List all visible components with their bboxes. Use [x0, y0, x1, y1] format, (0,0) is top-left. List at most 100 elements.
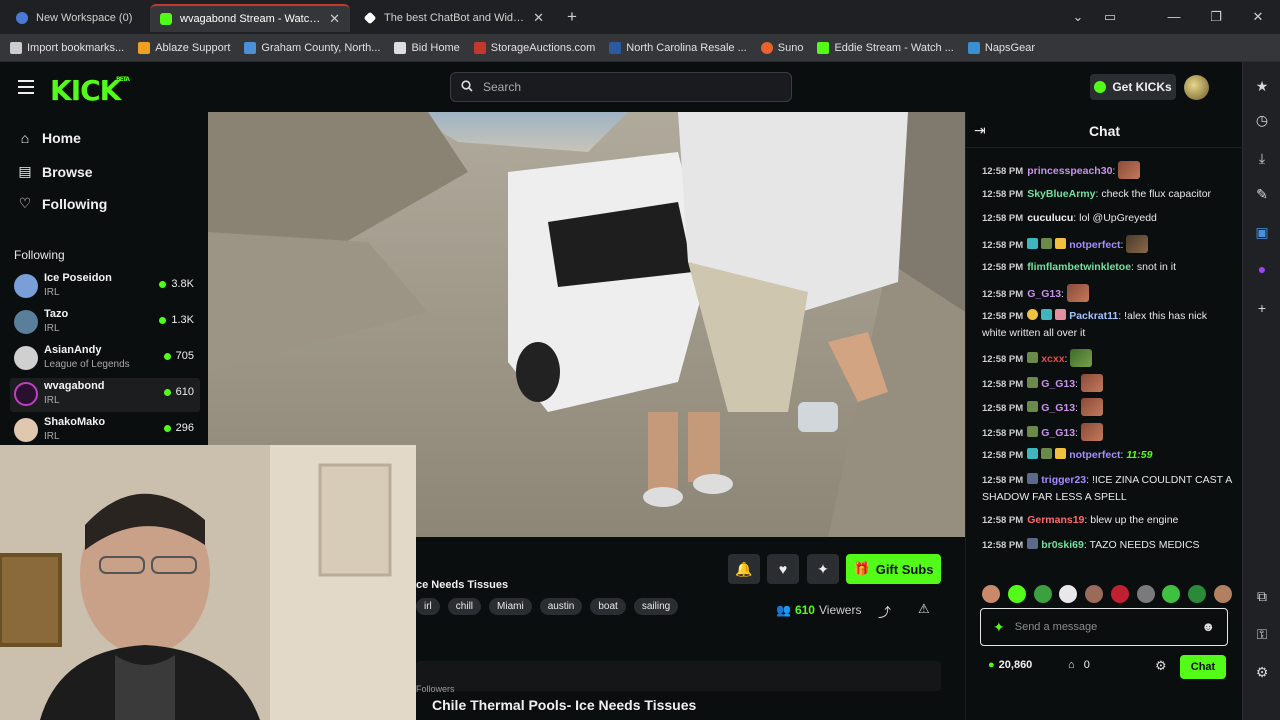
bookmark-item[interactable]: NapsGear — [967, 41, 1035, 54]
tab-new-workspace[interactable]: New Workspace (0) — [6, 4, 146, 32]
following-channel-wvagabond[interactable]: wvagabond IRL 610 — [10, 378, 200, 412]
chat-username[interactable]: G_G13 — [1041, 378, 1075, 390]
tag[interactable]: sailing — [633, 598, 679, 615]
tab-chatbot-widgets[interactable]: The best ChatBot and Widgets fo ✕ — [354, 4, 554, 32]
bookmark-icon — [244, 41, 257, 54]
download-icon[interactable]: ⤓ — [1252, 148, 1272, 168]
chat-message-input[interactable]: ✦ Send a message ☻ — [980, 608, 1228, 646]
emoji-picker-icon[interactable]: ☻ — [1201, 619, 1215, 634]
heart-icon: ♡ — [18, 195, 32, 211]
bookmark-item[interactable]: Bid Home — [394, 41, 460, 54]
following-channel-ice-poseidon[interactable]: Ice Poseidon IRL 3.8K — [10, 270, 200, 304]
emote-icon[interactable] — [1188, 585, 1207, 603]
bookmark-item[interactable]: Eddie Stream - Watch ... — [817, 41, 954, 54]
tab-wvagabond-stream[interactable]: wvagabond Stream - Watch Live ✕ — [150, 4, 350, 32]
bookmark-item[interactable]: StorageAuctions.com — [473, 41, 595, 54]
bookmark-item[interactable]: Import bookmarks... — [10, 41, 124, 54]
badge-icon — [1027, 426, 1039, 437]
nav-home[interactable]: ⌂ Home — [16, 130, 81, 146]
close-tab-icon[interactable]: ✕ — [533, 10, 544, 26]
chat-username[interactable]: G_G13 — [1027, 288, 1061, 300]
add-icon[interactable]: + — [1252, 298, 1272, 318]
chat-settings-gear-icon[interactable]: ⚙ — [1155, 658, 1167, 674]
chat-username[interactable]: br0ski69 — [1041, 539, 1084, 551]
chat-username[interactable]: Germans19 — [1027, 514, 1084, 526]
translate-icon[interactable]: ▣ — [1252, 222, 1272, 242]
notification-bell-button[interactable]: 🔔 — [728, 554, 760, 584]
chat-username[interactable]: G_G13 — [1041, 427, 1075, 439]
chat-message: 12:58 PM G_G13: — [982, 374, 1232, 393]
chat-username[interactable]: notperfect — [1069, 449, 1120, 461]
tab-search-chevron-icon[interactable]: ⌄ — [1066, 6, 1090, 28]
chat-username[interactable]: cuculucu — [1027, 212, 1073, 224]
channel-points[interactable]: ● 20,860 — [988, 659, 1032, 671]
restore-icon[interactable]: ❐ — [1204, 6, 1228, 28]
bookmark-item[interactable]: Suno — [760, 41, 803, 54]
sub-count[interactable]: ⌂ 0 — [1068, 659, 1090, 671]
chat-username[interactable]: xcxx — [1041, 353, 1064, 365]
tag[interactable]: Miami — [489, 598, 532, 615]
badge-icon — [1027, 309, 1039, 320]
viewer-count: 3.8K — [159, 278, 194, 290]
emote-icon[interactable] — [1007, 585, 1026, 603]
tag[interactable]: boat — [590, 598, 626, 615]
badge-icon — [1055, 448, 1067, 459]
bookmark-item[interactable]: North Carolina Resale ... — [609, 41, 747, 54]
hamburger-menu-icon[interactable] — [18, 78, 34, 94]
history-icon[interactable]: ◷ — [1252, 110, 1272, 130]
clip-button[interactable]: ✦ — [807, 554, 839, 584]
chat-username[interactable]: flimflambetwinkletoe — [1027, 261, 1131, 273]
tag[interactable]: chill — [447, 598, 482, 615]
chat-username[interactable]: Packrat11 — [1069, 310, 1118, 322]
emote-icon[interactable] — [982, 585, 1000, 603]
pen-icon[interactable]: ✎ — [1252, 184, 1272, 204]
tag[interactable]: irl — [416, 598, 440, 615]
site-header: KICK BETA Search Get KICKs — [0, 62, 1242, 112]
emote-icon[interactable] — [1059, 585, 1078, 603]
get-kicks-button[interactable]: Get KICKs — [1090, 74, 1176, 100]
emote-icon[interactable] — [1085, 585, 1104, 603]
emote-icon[interactable] — [1110, 585, 1129, 603]
settings-gear-icon[interactable]: ⚙ — [1252, 662, 1272, 682]
emote-icon[interactable] — [1033, 585, 1052, 603]
extension-icon[interactable]: ● — [1252, 259, 1272, 279]
browser-sidebar: ★ ◷ ⤓ ✎ ▣ ● + ⧉ ⚿ ⚙ — [1242, 62, 1280, 720]
following-channel-asianandy[interactable]: AsianAndy League of Legends 705 — [10, 342, 200, 376]
chat-message: 12:58 PM notperfect: 11:59 — [982, 448, 1153, 461]
chat-username[interactable]: princesspeach30 — [1027, 165, 1112, 177]
external-link-icon[interactable]: ⧉ — [1252, 586, 1272, 606]
webcam-image — [0, 445, 416, 720]
following-channel-shakomako[interactable]: ShakoMako IRL 296 — [10, 414, 200, 448]
key-icon[interactable]: ⚿ — [1252, 624, 1272, 644]
nav-browse[interactable]: ▤ Browse — [16, 163, 92, 180]
emote-icon[interactable] — [1136, 585, 1155, 603]
report-warning-icon[interactable]: ⚠ — [918, 601, 930, 617]
badge-icon — [1027, 377, 1039, 388]
tag[interactable]: austin — [539, 598, 583, 615]
following-channel-tazo[interactable]: Tazo IRL 1.3K — [10, 306, 200, 340]
new-tab-button[interactable]: + — [560, 6, 584, 28]
sparkle-icon: ✦ — [993, 618, 1005, 635]
chat-username[interactable]: SkyBlueArmy — [1027, 188, 1095, 200]
search-input[interactable]: Search — [450, 72, 792, 102]
bookmark-item[interactable]: Ablaze Support — [138, 41, 230, 54]
share-icon[interactable]: ⤴ — [878, 602, 891, 621]
minimize-icon[interactable]: — — [1162, 6, 1186, 28]
close-window-icon[interactable]: ✕ — [1246, 6, 1270, 28]
close-tab-icon[interactable]: ✕ — [329, 11, 340, 27]
chat-username[interactable]: trigger23 — [1041, 474, 1086, 486]
gift-subs-button[interactable]: 🎁 Gift Subs — [846, 554, 941, 584]
chat-username[interactable]: G_G13 — [1041, 402, 1075, 414]
send-chat-button[interactable]: Chat — [1180, 655, 1226, 679]
collections-icon[interactable]: ▭ — [1098, 6, 1122, 28]
kick-logo[interactable]: KICK BETA — [50, 74, 130, 107]
bookmark-icon — [138, 41, 151, 54]
emote-icon[interactable] — [1213, 585, 1232, 603]
chat-username[interactable]: notperfect — [1069, 239, 1120, 251]
emote-icon[interactable] — [1162, 585, 1181, 603]
star-icon[interactable]: ★ — [1252, 76, 1272, 96]
nav-following[interactable]: ♡ Following — [16, 195, 108, 212]
user-avatar[interactable] — [1184, 75, 1209, 100]
follow-heart-button[interactable]: ♥ — [767, 554, 799, 584]
bookmark-item[interactable]: Graham County, North... — [244, 41, 380, 54]
